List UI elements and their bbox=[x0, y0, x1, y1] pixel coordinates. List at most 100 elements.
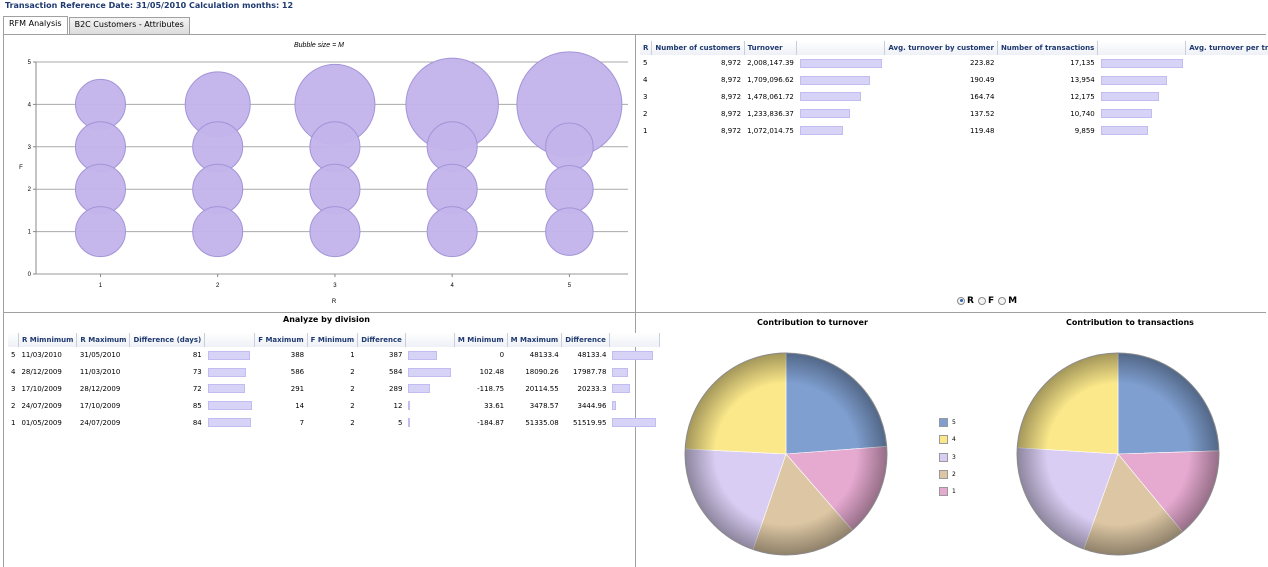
cell-avg-turnover-by-customer: 119.48 bbox=[969, 126, 995, 135]
legend-swatch bbox=[939, 452, 948, 462]
col-header-turnover-bar[interactable] bbox=[796, 41, 886, 55]
bubble[interactable] bbox=[545, 207, 594, 256]
value-bar bbox=[612, 401, 616, 411]
division-table-row[interactable]: 2 24/07/2009 17/10/2009 85 14 2 12 33.61 3478.57… bbox=[8, 397, 659, 414]
cell-m-difference: 48133.4 bbox=[577, 351, 607, 360]
radio-option-r[interactable]: R bbox=[957, 296, 974, 306]
x-axis-label: R bbox=[332, 299, 337, 305]
cell-r: 5 bbox=[11, 351, 16, 360]
cell-turnover: 2,008,147.39 bbox=[747, 59, 794, 68]
cell-f-difference: 289 bbox=[389, 384, 403, 393]
radio-option-f[interactable]: F bbox=[977, 296, 994, 306]
div-col-header-f-difference[interactable]: Difference bbox=[357, 333, 406, 347]
cell-m-difference: 3444.96 bbox=[577, 401, 607, 410]
div-col-header-f-maximum[interactable]: F Maximum bbox=[254, 333, 308, 347]
div-col-header-r-bar[interactable] bbox=[204, 333, 256, 347]
cell-r-maximum: 31/05/2010 bbox=[79, 351, 121, 360]
legend-item: 3 bbox=[939, 452, 956, 462]
radio-option-m[interactable]: M bbox=[998, 296, 1017, 306]
division-table-row[interactable]: 1 01/05/2009 24/07/2009 84 7 2 5 -184.87 51335.0… bbox=[8, 414, 659, 431]
legend-label: 5 bbox=[952, 419, 956, 426]
cell-f-maximum: 14 bbox=[295, 401, 305, 410]
radio-f-indicator[interactable] bbox=[977, 296, 986, 305]
col-header-avg-turnover-per-transaction[interactable]: Avg. turnover per transaction bbox=[1185, 41, 1268, 55]
cell-transactions-bar bbox=[1098, 72, 1186, 89]
col-header-r[interactable]: R bbox=[640, 41, 653, 55]
col-header-number-of-customers[interactable]: Number of customers bbox=[651, 41, 745, 55]
div-col-header-r[interactable] bbox=[8, 333, 19, 347]
cell-m-minimum: 102.48 bbox=[479, 368, 505, 377]
cell-turnover: 1,478,061.72 bbox=[747, 92, 794, 101]
col-header-number-of-transactions[interactable]: Number of transactions bbox=[997, 41, 1099, 55]
tab-bar: RFM Analysis B2C Customers - Attributes bbox=[3, 16, 191, 35]
cell-avg-turnover-by-customer: 164.74 bbox=[969, 92, 995, 101]
rfm-table-row[interactable]: 5 8,972 2,008,147.39 223.82 17,135 223.82 bbox=[640, 55, 1268, 72]
radio-r-indicator[interactable] bbox=[957, 296, 965, 305]
legend-item: 2 bbox=[939, 469, 956, 479]
tab-rfm-analysis[interactable]: RFM Analysis bbox=[3, 16, 68, 35]
legend-label: 2 bbox=[952, 470, 956, 478]
value-bar bbox=[799, 75, 870, 85]
col-header-avg-turnover-by-customer[interactable]: Avg. turnover by customer bbox=[884, 41, 998, 55]
legend-item: 1 bbox=[939, 487, 956, 497]
div-col-header-r-difference[interactable]: Difference (days) bbox=[129, 333, 206, 347]
cell-turnover-bar bbox=[797, 89, 885, 106]
bubble-chart-title: Bubble size = M bbox=[294, 42, 344, 49]
tab-b2c-customers-attributes[interactable]: B2C Customers - Attributes bbox=[68, 17, 190, 34]
value-bar bbox=[207, 384, 246, 394]
cell-r-bar bbox=[205, 397, 255, 414]
rfm-table-row[interactable]: 3 8,972 1,478,061.72 164.74 12,175 164.74 bbox=[640, 89, 1268, 106]
bubble[interactable] bbox=[545, 164, 594, 214]
y-tick-label: 3 bbox=[28, 145, 32, 151]
div-col-header-r-maximum[interactable]: R Maximum bbox=[76, 333, 131, 347]
value-bar bbox=[1100, 58, 1183, 68]
pie-transactions-title: Contribution to transactions bbox=[1066, 318, 1194, 327]
cell-avg-turnover-per-transaction: 164.74 bbox=[1186, 89, 1268, 106]
cell-f-bar bbox=[405, 414, 454, 431]
cell-m-maximum: 3478.57 bbox=[529, 401, 559, 410]
horizontal-splitter[interactable] bbox=[3, 312, 1266, 313]
div-col-header-m-maximum[interactable]: M Maximum bbox=[507, 333, 563, 347]
rfm-table-row[interactable]: 1 8,972 1,072,014.75 119.48 9,859 119.48 bbox=[640, 122, 1268, 139]
cell-f-minimum: 2 bbox=[350, 418, 355, 427]
cell-r: 2 bbox=[643, 109, 648, 118]
y-axis-label: F bbox=[19, 165, 23, 171]
rfm-table-row[interactable]: 4 8,972 1,709,096.62 190.49 13,954 190.49 bbox=[640, 72, 1268, 89]
cell-avg-turnover-per-transaction: 190.49 bbox=[1186, 72, 1268, 89]
division-table-row[interactable]: 5 11/03/2010 31/05/2010 81 388 1 387 0 48133.4 48… bbox=[8, 347, 659, 364]
bubble[interactable] bbox=[545, 122, 594, 172]
cell-avg-turnover-by-customer: 223.82 bbox=[969, 59, 995, 68]
radio-m-indicator[interactable] bbox=[998, 296, 1007, 305]
pie-rim bbox=[684, 352, 888, 556]
cell-turnover: 1,072,014.75 bbox=[747, 126, 794, 135]
division-table-row[interactable]: 4 28/12/2009 11/03/2010 73 586 2 584 102.48 1809… bbox=[8, 364, 659, 381]
cell-r-difference: 73 bbox=[192, 368, 202, 377]
div-col-header-f-bar[interactable] bbox=[405, 333, 455, 347]
col-header-transactions-bar[interactable] bbox=[1097, 41, 1187, 55]
cell-r-minimum: 17/10/2009 bbox=[21, 384, 62, 393]
legend-swatch bbox=[939, 487, 948, 497]
cell-avg-turnover-by-customer: 190.49 bbox=[969, 76, 995, 85]
div-col-header-f-minimum[interactable]: F Minimum bbox=[307, 333, 359, 347]
cell-r: 2 bbox=[11, 401, 16, 410]
bubble[interactable] bbox=[74, 206, 126, 258]
legend-swatch bbox=[939, 435, 948, 445]
div-col-header-r-minimum[interactable]: R Mimnimum bbox=[18, 333, 78, 347]
bubble[interactable] bbox=[309, 206, 361, 258]
value-bar bbox=[408, 367, 452, 377]
cell-r-maximum: 28/12/2009 bbox=[79, 384, 121, 393]
cell-turnover: 1,233,836.37 bbox=[747, 109, 794, 118]
bubble[interactable] bbox=[192, 206, 244, 258]
col-header-turnover[interactable]: Turnover bbox=[744, 41, 798, 55]
cell-turnover-bar bbox=[797, 55, 885, 72]
y-tick-label: 1 bbox=[28, 230, 32, 236]
cell-r-difference: 81 bbox=[192, 351, 202, 360]
legend-label: 1 bbox=[952, 488, 956, 496]
rfm-table-row[interactable]: 2 8,972 1,233,836.37 137.52 10,740 137.52 bbox=[640, 105, 1268, 122]
div-col-header-m-minimum[interactable]: M Minimum bbox=[454, 333, 508, 347]
cell-r: 3 bbox=[643, 92, 648, 101]
div-col-header-m-difference[interactable]: Difference bbox=[561, 333, 610, 347]
bubble[interactable] bbox=[426, 206, 478, 258]
division-table-row[interactable]: 3 17/10/2009 28/12/2009 72 291 2 289 -118.75 201… bbox=[8, 381, 659, 398]
cell-m-difference: 20233.3 bbox=[577, 384, 607, 393]
